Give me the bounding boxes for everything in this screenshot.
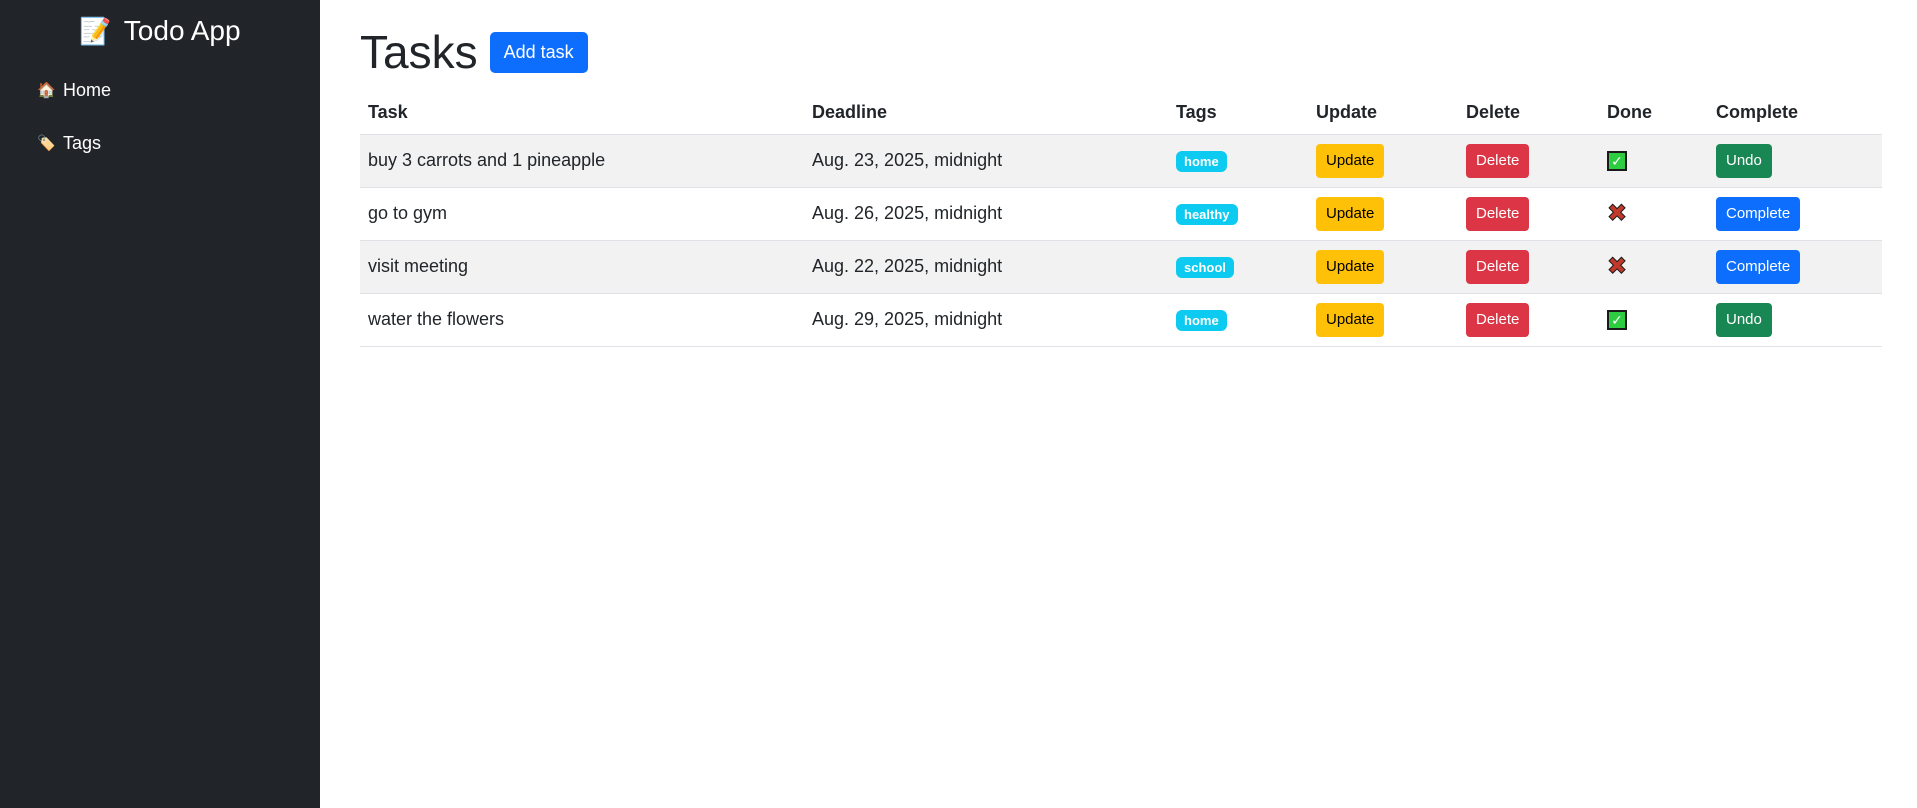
column-header-delete: Delete	[1458, 92, 1599, 135]
delete-button[interactable]: Delete	[1466, 196, 1530, 231]
update-button[interactable]: Update	[1316, 196, 1385, 231]
cross-mark-icon: ✖	[1606, 252, 1628, 280]
sidebar-item-label: Tags	[63, 133, 102, 153]
task-name: water the flowers	[360, 293, 804, 347]
column-header-deadline: Deadline	[804, 92, 1168, 135]
column-header-tags: Tags	[1168, 92, 1308, 135]
cross-mark-icon: ✖	[1606, 199, 1628, 227]
tag-badge: home	[1176, 309, 1227, 331]
sidebar-item-tags[interactable]: 🏷️ Tags	[0, 117, 320, 170]
sidebar-nav: 🏠 Home 🏷️ Tags	[0, 64, 320, 170]
table-row: water the flowers Aug. 29, 2025, midnigh…	[360, 293, 1882, 347]
check-mark-icon: ✓	[1607, 151, 1627, 171]
delete-button[interactable]: Delete	[1466, 249, 1530, 284]
heading-row: Tasks Add task	[360, 28, 1907, 76]
task-name: buy 3 carrots and 1 pineapple	[360, 134, 804, 188]
delete-button[interactable]: Delete	[1466, 143, 1530, 178]
column-header-update: Update	[1308, 92, 1458, 135]
update-button[interactable]: Update	[1316, 302, 1385, 337]
sidebar: 📝 Todo App 🏠 Home 🏷️ Tags	[0, 0, 320, 808]
task-deadline: Aug. 26, 2025, midnight	[804, 187, 1168, 241]
column-header-done: Done	[1599, 92, 1708, 135]
task-deadline: Aug. 23, 2025, midnight	[804, 134, 1168, 188]
task-deadline: Aug. 29, 2025, midnight	[804, 293, 1168, 347]
update-button[interactable]: Update	[1316, 249, 1385, 284]
undo-button[interactable]: Undo	[1716, 143, 1772, 178]
update-button[interactable]: Update	[1316, 143, 1385, 178]
task-name: visit meeting	[360, 240, 804, 294]
task-name: go to gym	[360, 187, 804, 241]
column-header-task: Task	[360, 92, 804, 135]
tag-badge: school	[1176, 256, 1234, 278]
delete-button[interactable]: Delete	[1466, 302, 1530, 337]
tag-badge: healthy	[1176, 203, 1238, 225]
memo-icon: 📝	[79, 16, 112, 46]
column-header-complete: Complete	[1708, 92, 1882, 135]
page-title: Tasks	[360, 26, 478, 78]
undo-button[interactable]: Undo	[1716, 302, 1772, 337]
house-icon: 🏠	[37, 82, 56, 99]
add-task-button[interactable]: Add task	[489, 31, 588, 73]
tasks-table: Task Deadline Tags Update Delete Done Co…	[360, 92, 1882, 347]
task-deadline: Aug. 22, 2025, midnight	[804, 240, 1168, 294]
sidebar-item-home[interactable]: 🏠 Home	[0, 64, 320, 117]
table-row: go to gym Aug. 26, 2025, midnight health…	[360, 187, 1882, 241]
table-row: buy 3 carrots and 1 pineapple Aug. 23, 2…	[360, 134, 1882, 188]
brand[interactable]: 📝 Todo App	[0, 0, 320, 62]
complete-button[interactable]: Complete	[1716, 196, 1801, 231]
brand-title: Todo App	[123, 15, 241, 46]
table-header-row: Task Deadline Tags Update Delete Done Co…	[360, 92, 1882, 135]
sidebar-item-label: Home	[63, 80, 112, 100]
check-mark-icon: ✓	[1607, 310, 1627, 330]
tag-badge: home	[1176, 150, 1227, 172]
table-row: visit meeting Aug. 22, 2025, midnight sc…	[360, 240, 1882, 294]
tag-icon: 🏷️	[37, 135, 56, 152]
complete-button[interactable]: Complete	[1716, 249, 1801, 284]
main-content: Tasks Add task Task Deadline Tags Update…	[320, 0, 1917, 808]
